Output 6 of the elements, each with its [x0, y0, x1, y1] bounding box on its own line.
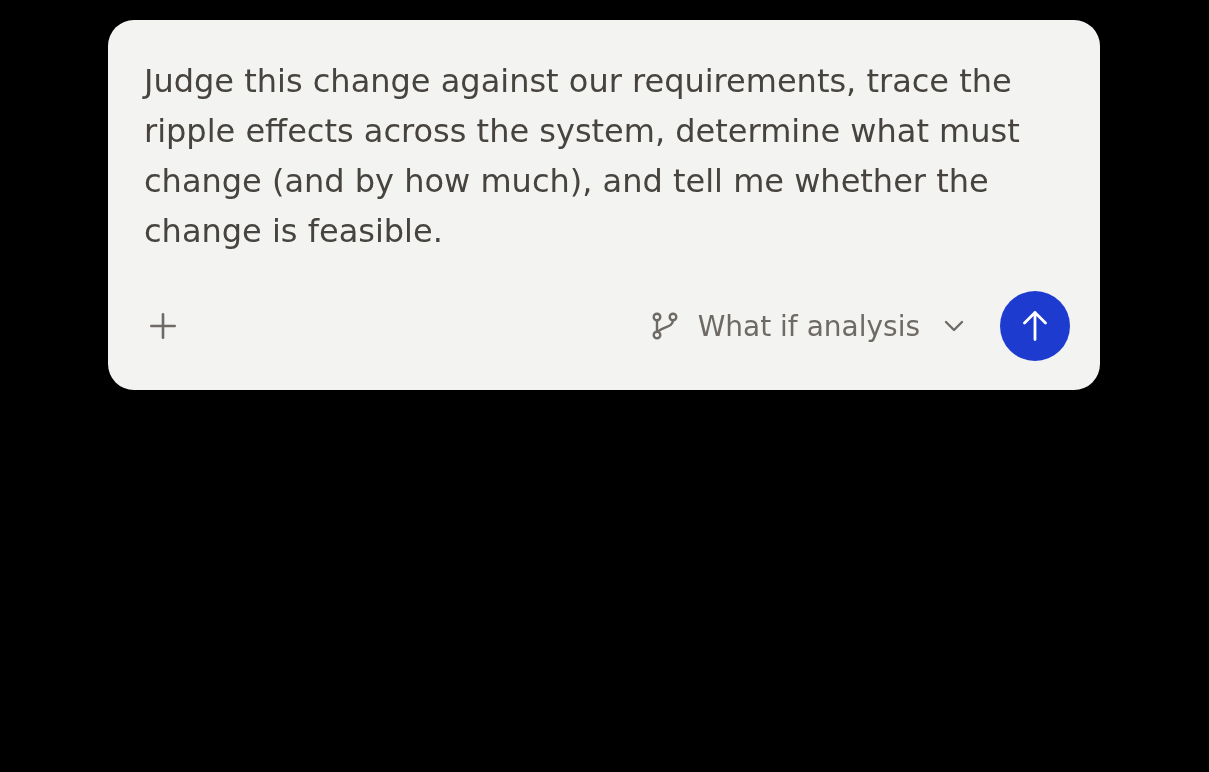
- message-input[interactable]: Judge this change against our requirements, trace the ripple effects across the system, determine what must change (and by how much), and tell me whether the change is feasible.: [144, 56, 1049, 291]
- mode-dropdown[interactable]: What if analysis: [651, 309, 964, 343]
- branch-icon: [651, 312, 678, 340]
- chevron-down-icon: [944, 320, 964, 332]
- arrow-up-icon: [1023, 311, 1047, 341]
- plus-icon: [150, 313, 176, 339]
